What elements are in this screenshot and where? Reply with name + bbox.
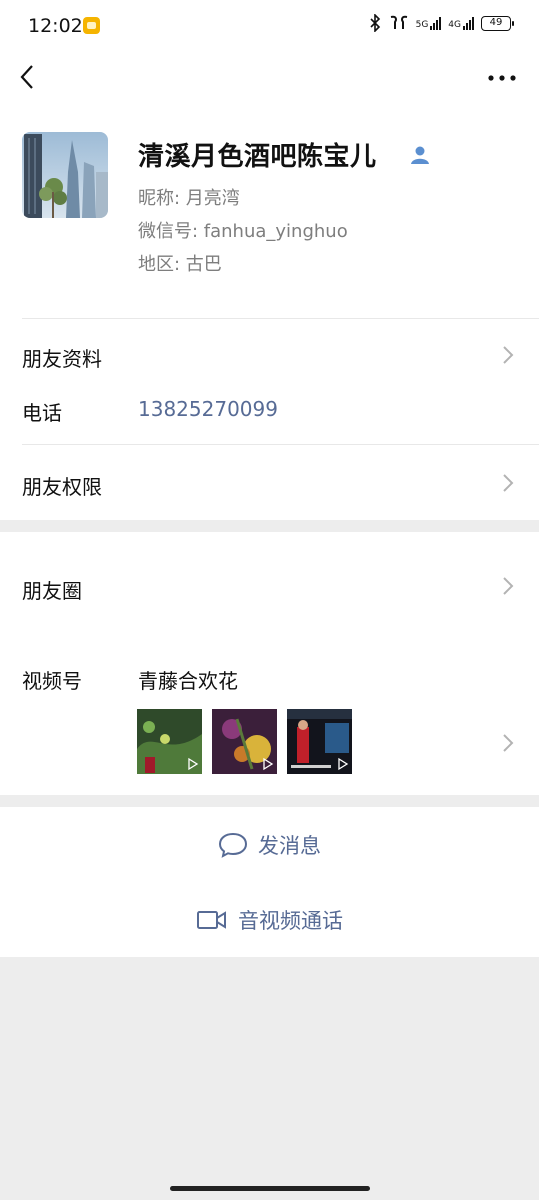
status-bar: 12:02 5G 4G 49 [0,0,539,50]
chevron-right-icon [503,474,514,492]
system-icons: 5G 4G 49 [368,14,514,32]
video-call-label: 音视频通话 [238,909,343,933]
divider [22,444,539,445]
contact-name: 清溪月色酒吧陈宝儿 [138,142,377,172]
chevron-right-icon [503,577,514,595]
moments-label[interactable]: 朋友圈 [22,575,82,604]
divider [22,318,539,319]
nickname-text: 昵称: 月亮湾 [138,188,240,209]
chat-bubble-icon [218,832,248,858]
channels-name[interactable]: 青藤合欢花 [138,665,238,694]
battery-icon: 49 [481,15,514,31]
home-indicator[interactable] [170,1186,370,1191]
back-arrow-icon[interactable] [14,62,44,92]
phone-label: 电话 [22,401,62,425]
chevron-right-icon [503,734,514,752]
status-time: 12:02 [28,15,83,37]
channel-video-thumbnail[interactable] [137,709,202,774]
notification-icon [83,17,100,34]
contact-person-icon [411,146,429,164]
network-5g-label: 5G [415,20,429,30]
video-camera-icon [197,911,226,929]
region-text: 地区: 古巴 [138,254,222,275]
send-message-button[interactable]: 发消息 [0,830,539,860]
friend-info-label[interactable]: 朋友资料 [22,343,102,372]
contact-profile-page: 12:02 5G 4G 49 清溪月色酒吧陈宝儿 昵称: 月亮湾 微信号: fa… [0,0,539,1200]
network-4g-label: 4G [448,20,461,30]
friend-permissions-label[interactable]: 朋友权限 [22,471,102,500]
channel-video-thumbnail[interactable] [287,709,352,774]
video-call-button[interactable]: 音视频通话 [0,905,539,935]
avatar[interactable] [22,132,108,218]
more-dots-icon[interactable] [487,68,517,88]
earbuds-icon [390,15,407,29]
phone-number-link[interactable]: 13825270099 [138,397,278,421]
channels-label: 视频号 [22,669,82,693]
wechat-id-text: 微信号: fanhua_yinghuo [138,221,348,242]
channel-video-thumbnail[interactable] [212,709,277,774]
signal-icon-1 [430,16,442,30]
nav-bar [0,50,539,110]
signal-icon-2 [463,16,474,30]
chevron-right-icon [503,346,514,364]
bluetooth-icon [370,14,380,32]
send-message-label: 发消息 [258,834,321,858]
